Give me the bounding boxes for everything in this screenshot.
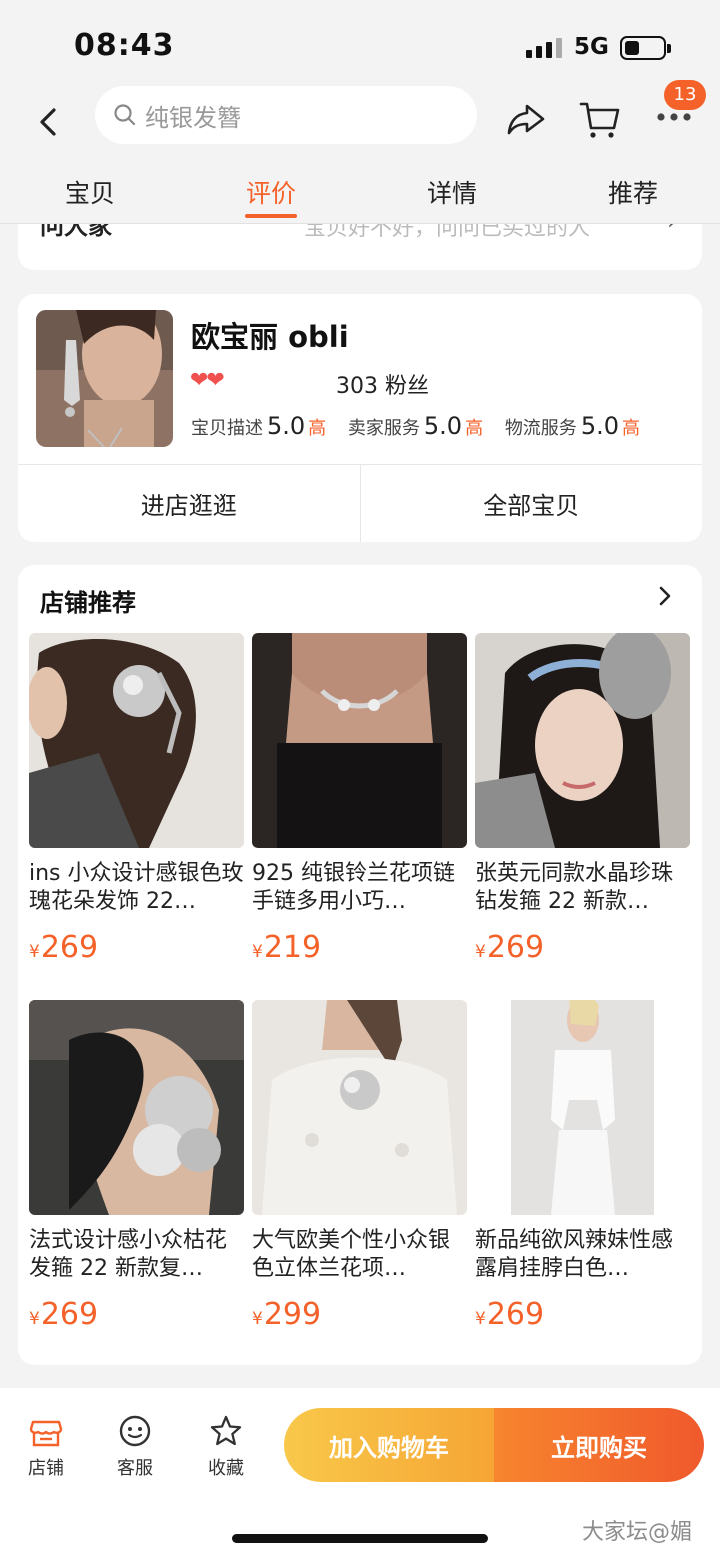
price-value: 219 <box>263 930 322 965</box>
battery-icon <box>620 36 671 60</box>
all-items-button[interactable]: 全部宝贝 <box>359 465 703 542</box>
rating-score: 5.0 <box>267 412 306 440</box>
price-value: 269 <box>486 1297 545 1332</box>
tab-details[interactable]: 详情 <box>427 174 477 210</box>
chevron-right-icon[interactable] <box>650 581 680 611</box>
product-image[interactable] <box>475 1000 690 1215</box>
service-icon <box>119 1415 151 1447</box>
currency-symbol: ¥ <box>475 942 486 962</box>
product-card[interactable]: 大气欧美个性小众银色立体兰花项… ¥299 <box>252 1000 467 1332</box>
nav-favorite[interactable]: 收藏 <box>186 1414 266 1480</box>
nav-favorite-label: 收藏 <box>208 1458 244 1479</box>
rating-label: 卖家服务 <box>347 418 420 439</box>
nav-service-label: 客服 <box>117 1458 153 1479</box>
top-header: 纯银发簪 13 宝贝 评价 详情 推荐 <box>0 80 720 224</box>
product-price: ¥269 <box>29 1297 244 1332</box>
product-name: 新品纯欲风辣妹性感露肩挂脖白色… <box>475 1228 674 1281</box>
search-placeholder: 纯银发簪 <box>145 103 241 132</box>
shop-card: 欧宝丽 obli ❤❤ 303 粉丝 宝贝描述 5.0 高 卖家服务 5.0 高 物流服… <box>18 294 702 542</box>
network-type: 5G <box>574 34 609 60</box>
nav-service[interactable]: 客服 <box>95 1414 175 1480</box>
shop-recommendations: 店铺推荐 ins 小众设计感银色玫瑰花朵发饰 22… ¥269 925 纯银铃兰… <box>18 565 702 1365</box>
forum-watermark: 大家坛@媚 <box>582 1520 693 1545</box>
section-tabs: 宝贝 评价 详情 推荐 <box>0 174 720 218</box>
product-image[interactable] <box>252 633 467 848</box>
active-tab-indicator <box>245 214 297 218</box>
product-price: ¥269 <box>475 930 690 965</box>
shop-fans: 303 粉丝 <box>336 374 429 399</box>
tab-recommend[interactable]: 推荐 <box>608 174 658 210</box>
currency-symbol: ¥ <box>475 1309 486 1329</box>
add-to-cart-button[interactable]: 加入购物车 <box>284 1408 494 1482</box>
product-image[interactable] <box>29 1000 244 1215</box>
rating-level: 高 <box>465 418 484 439</box>
search-icon <box>114 104 136 126</box>
product-card[interactable]: 张英元同款水晶珍珠钻发箍 22 新款… ¥269 <box>475 633 690 965</box>
cart-count-badge: 13 <box>664 80 706 110</box>
share-icon[interactable] <box>505 98 547 140</box>
product-name: 大气欧美个性小众银色立体兰花项… <box>252 1228 451 1281</box>
currency-symbol: ¥ <box>252 1309 263 1329</box>
more-icon[interactable] <box>654 110 694 124</box>
product-name: 法式设计感小众枯花发箍 22 新款复… <box>29 1228 228 1281</box>
product-card[interactable]: ins 小众设计感银色玫瑰花朵发饰 22… ¥269 <box>29 633 244 965</box>
currency-symbol: ¥ <box>29 1309 40 1329</box>
shop-name: 欧宝丽 obli <box>191 320 349 354</box>
buy-now-button[interactable]: 立即购买 <box>494 1408 704 1482</box>
product-price: ¥299 <box>252 1297 467 1332</box>
product-card[interactable]: 925 纯银铃兰花项链手链多用小巧… ¥219 <box>252 633 467 965</box>
product-price: ¥269 <box>29 930 244 965</box>
rating-level: 高 <box>621 418 640 439</box>
nav-shop-label: 店铺 <box>28 1458 64 1479</box>
product-price: ¥269 <box>475 1297 690 1332</box>
product-card[interactable]: 新品纯欲风辣妹性感露肩挂脖白色… ¥269 <box>475 1000 690 1332</box>
shop-level-hearts: ❤❤ <box>190 368 225 393</box>
price-value: 299 <box>263 1297 322 1332</box>
price-value: 269 <box>40 1297 99 1332</box>
rating-score: 5.0 <box>423 412 463 440</box>
rating-label: 宝贝描述 <box>191 418 263 439</box>
star-icon <box>210 1415 242 1446</box>
shop-icon <box>29 1420 63 1447</box>
signal-icon <box>526 38 562 58</box>
product-name: ins 小众设计感银色玫瑰花朵发饰 22… <box>29 861 244 914</box>
tab-baobei[interactable]: 宝贝 <box>65 174 115 210</box>
product-image[interactable] <box>475 633 690 848</box>
status-time: 08:43 <box>74 28 175 63</box>
nav-shop[interactable]: 店铺 <box>6 1414 86 1480</box>
price-value: 269 <box>40 930 99 965</box>
rating-label: 物流服务 <box>504 418 577 439</box>
shop-avatar[interactable] <box>36 310 173 447</box>
search-input[interactable]: 纯银发簪 <box>95 86 477 144</box>
recommend-title: 店铺推荐 <box>40 589 136 617</box>
price-value: 269 <box>486 930 545 965</box>
product-price: ¥219 <box>252 930 467 965</box>
product-name: 张英元同款水晶珍珠钻发箍 22 新款… <box>475 861 674 914</box>
product-card[interactable]: 法式设计感小众枯花发箍 22 新款复… ¥269 <box>29 1000 244 1332</box>
currency-symbol: ¥ <box>252 942 263 962</box>
rating-score: 5.0 <box>580 412 619 440</box>
product-image[interactable] <box>29 633 244 848</box>
shop-actions: 进店逛逛 全部宝贝 <box>18 464 702 542</box>
product-name: 925 纯银铃兰花项链手链多用小巧… <box>252 861 455 914</box>
status-bar: 08:43 5G <box>0 0 720 84</box>
product-image[interactable] <box>252 1000 467 1215</box>
cart-icon[interactable] <box>578 98 622 142</box>
currency-symbol: ¥ <box>29 942 40 962</box>
home-indicator[interactable] <box>232 1534 488 1543</box>
back-arrow-icon[interactable] <box>30 102 70 142</box>
rating-level: 高 <box>308 418 327 439</box>
tab-reviews[interactable]: 评价 <box>246 174 296 210</box>
shop-ratings: 宝贝描述 5.0 高 卖家服务 5.0 高 物流服务 5.0 高 <box>191 412 656 440</box>
enter-shop-button[interactable]: 进店逛逛 <box>18 465 360 542</box>
